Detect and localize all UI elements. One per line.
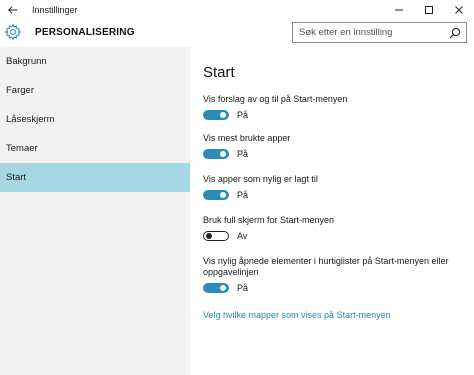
search-box[interactable] bbox=[292, 22, 467, 43]
search-icon[interactable] bbox=[449, 27, 461, 39]
choose-folders-link[interactable]: Velg hvilke mapper som vises på Start-me… bbox=[203, 310, 391, 320]
close-button[interactable] bbox=[444, 0, 474, 19]
setting-label: Vis mest brukte apper bbox=[203, 133, 291, 143]
sidebar-item-temaer[interactable]: Temaer bbox=[0, 134, 190, 163]
setting-label: Vis apper som nylig er lagt til bbox=[203, 174, 318, 184]
setting-label: Vis nylig åpnede elementer i hurtigliste… bbox=[203, 256, 449, 277]
back-button[interactable] bbox=[0, 0, 26, 19]
sidebar-item-start[interactable]: Start bbox=[0, 163, 190, 192]
section-title: Start bbox=[203, 64, 235, 81]
toggle-state-label: På bbox=[237, 110, 249, 120]
page-title: PERSONALISERING bbox=[35, 27, 135, 38]
toggle-state-label: Av bbox=[237, 231, 248, 241]
setting-label: Vis forslag av og til på Start-menyen bbox=[203, 94, 348, 104]
toggle-switch[interactable] bbox=[203, 283, 229, 293]
search-input[interactable] bbox=[293, 23, 443, 42]
toggle-switch[interactable] bbox=[203, 231, 229, 241]
toggle-knob bbox=[220, 285, 226, 291]
setting-most-used-apps: Vis mest brukte apper På bbox=[203, 133, 468, 159]
title-bar: Innstillinger bbox=[0, 0, 474, 19]
window-controls bbox=[384, 0, 474, 19]
minimize-icon bbox=[395, 9, 403, 10]
toggle-knob bbox=[220, 192, 226, 198]
setting-suggestions: Vis forslag av og til på Start-menyen På bbox=[203, 94, 468, 120]
setting-recent-jumplist-items: Vis nylig åpnede elementer i hurtigliste… bbox=[203, 256, 453, 293]
maximize-button[interactable] bbox=[414, 0, 444, 19]
toggle-state-label: På bbox=[237, 283, 249, 293]
sidebar-item-label: Farger bbox=[6, 85, 34, 96]
toggle-state-label: På bbox=[237, 190, 249, 200]
toggle-state-label: På bbox=[237, 149, 249, 159]
toggle-switch[interactable] bbox=[203, 190, 229, 200]
close-icon bbox=[455, 5, 463, 14]
toggle-switch[interactable] bbox=[203, 110, 229, 120]
setting-recently-added-apps: Vis apper som nylig er lagt til På bbox=[203, 174, 468, 200]
gear-icon bbox=[4, 23, 22, 41]
main-content: Start Vis forslag av og til på Start-men… bbox=[190, 47, 474, 375]
toggle-switch[interactable] bbox=[203, 149, 229, 159]
sidebar-item-farger[interactable]: Farger bbox=[0, 76, 190, 105]
sidebar: Bakgrunn Farger Låseskjerm Temaer Start bbox=[0, 47, 190, 375]
sidebar-item-label: Start bbox=[6, 172, 27, 183]
toggle-knob bbox=[220, 112, 226, 118]
arrow-left-icon bbox=[8, 5, 18, 14]
setting-full-screen-start: Bruk full skjerm for Start-menyen Av bbox=[203, 215, 468, 241]
sidebar-item-label: Låseskjerm bbox=[6, 114, 55, 125]
sidebar-item-laseskjerm[interactable]: Låseskjerm bbox=[0, 105, 190, 134]
window-title: Innstillinger bbox=[32, 4, 78, 15]
maximize-icon bbox=[425, 5, 433, 14]
toggle-knob bbox=[220, 151, 226, 157]
sidebar-item-bakgrunn[interactable]: Bakgrunn bbox=[0, 47, 190, 76]
minimize-button[interactable] bbox=[384, 0, 414, 19]
page-header: PERSONALISERING bbox=[0, 19, 474, 47]
sidebar-item-label: Bakgrunn bbox=[6, 56, 47, 67]
setting-label: Bruk full skjerm for Start-menyen bbox=[203, 215, 335, 225]
sidebar-item-label: Temaer bbox=[6, 143, 38, 154]
toggle-knob bbox=[206, 232, 212, 239]
